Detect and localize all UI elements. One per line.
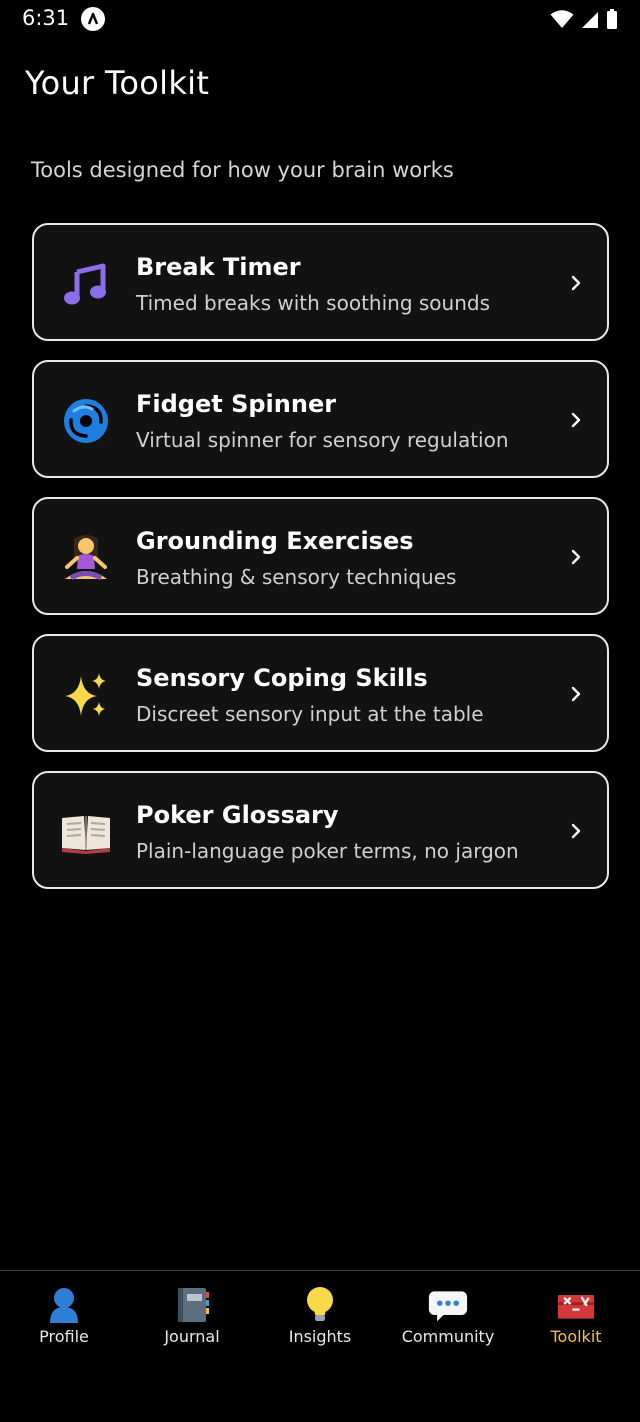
nav-label: Profile — [39, 1327, 89, 1346]
tool-card-grounding-exercises[interactable]: Grounding Exercises Breathing & sensory … — [32, 497, 609, 615]
cell-signal-icon — [582, 12, 598, 28]
sparkles-icon — [60, 671, 112, 719]
tool-description: Discreet sensory input at the table — [136, 702, 484, 726]
chevron-right-icon — [571, 823, 581, 839]
nav-label: Community — [401, 1327, 495, 1346]
tool-title: Poker Glossary — [136, 801, 339, 829]
lightbulb-icon — [300, 1285, 340, 1325]
cyclone-icon — [60, 397, 112, 445]
tool-card-fidget-spinner[interactable]: Fidget Spinner Virtual spinner for senso… — [32, 360, 609, 478]
nav-item-toolkit[interactable]: Toolkit — [512, 1285, 640, 1355]
nav-item-community[interactable]: Community — [384, 1285, 512, 1355]
battery-icon — [607, 9, 617, 29]
status-bar: 6:31 — [0, 0, 640, 40]
chevron-right-icon — [571, 549, 581, 565]
bottom-nav: Profile Journal Insights Community Toolk… — [0, 1270, 640, 1422]
chevron-right-icon — [571, 686, 581, 702]
tool-title: Break Timer — [136, 253, 301, 281]
status-right — [550, 8, 618, 30]
tool-description: Timed breaks with soothing sounds — [136, 291, 491, 315]
tool-description: Plain-language poker terms, no jargon — [136, 839, 519, 863]
chevron-right-icon — [571, 412, 581, 428]
meditation-icon — [60, 534, 112, 582]
chevron-right-icon — [571, 275, 581, 291]
screen: 6:31 Your Toolkit Tools designed for how… — [0, 0, 640, 1422]
toolbox-icon — [556, 1285, 596, 1325]
tool-description: Breathing & sensory techniques — [136, 565, 457, 589]
page-title: Your Toolkit — [25, 64, 210, 102]
tool-title: Fidget Spinner — [136, 390, 337, 418]
nav-label: Journal — [164, 1327, 220, 1346]
tool-list: Break Timer Timed breaks with soothing s… — [32, 223, 609, 908]
nav-item-profile[interactable]: Profile — [0, 1285, 128, 1355]
tool-card-sensory-coping-skills[interactable]: Sensory Coping Skills Discreet sensory i… — [32, 634, 609, 752]
tool-card-poker-glossary[interactable]: Poker Glossary Plain-language poker term… — [32, 771, 609, 889]
open-book-icon — [60, 808, 112, 856]
nav-label: Toolkit — [550, 1327, 602, 1346]
notebook-icon — [172, 1285, 212, 1325]
wifi-icon — [550, 10, 574, 28]
tool-title: Grounding Exercises — [136, 527, 414, 555]
music-note-icon — [60, 260, 112, 308]
profile-icon — [44, 1285, 84, 1325]
app-notification-icon — [81, 7, 105, 31]
nav-item-journal[interactable]: Journal — [128, 1285, 256, 1355]
tool-card-break-timer[interactable]: Break Timer Timed breaks with soothing s… — [32, 223, 609, 341]
page-subtitle: Tools designed for how your brain works — [31, 158, 454, 182]
status-time: 6:31 — [22, 6, 70, 30]
tool-description: Virtual spinner for sensory regulation — [136, 428, 509, 452]
speech-bubble-icon — [428, 1285, 468, 1325]
nav-label: Insights — [288, 1327, 352, 1346]
tool-title: Sensory Coping Skills — [136, 664, 428, 692]
nav-item-insights[interactable]: Insights — [256, 1285, 384, 1355]
